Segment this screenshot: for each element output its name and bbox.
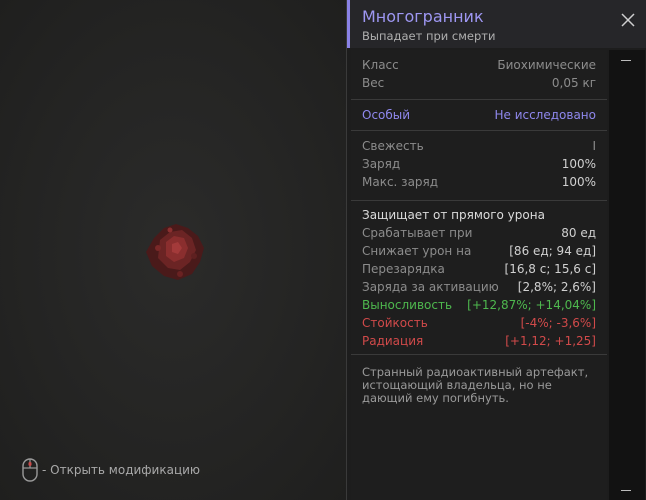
stat-value: 100%: [561, 157, 596, 171]
item-subtitle: Выпадает при смерти: [362, 29, 496, 43]
info-value: Биохимические: [497, 58, 596, 72]
item-description: Странный радиоактивный артефакт, истощаю…: [362, 365, 589, 405]
protection-label: Перезарядка: [362, 262, 445, 276]
protection-value: [+12,87%; +14,04%]: [467, 298, 596, 312]
special-value: Не исследовано: [494, 108, 596, 122]
stat-value: 100%: [561, 175, 596, 189]
item-preview-pane: - Открыть модификацию: [0, 0, 346, 500]
scroll-bottom-marker[interactable]: [621, 490, 631, 491]
protection-value: [+1,12; +1,25]: [505, 334, 596, 348]
stat-row: Свежесть I: [362, 137, 596, 155]
special-row: Особый Не исследовано: [362, 106, 596, 124]
protection-label: Стойкость: [362, 316, 428, 330]
open-modification-hint: - Открыть модификацию: [22, 458, 200, 482]
protection-heading-row: Защищает от прямого урона: [362, 206, 596, 224]
scroll-top-marker[interactable]: [621, 60, 631, 61]
item-header: Многогранник Выпадает при смерти: [347, 0, 646, 48]
charge-section: Свежесть I Заряд 100% Макс. заряд 100%: [351, 131, 607, 201]
stat-label: Свежесть: [362, 139, 424, 153]
protection-label: Снижает урон на: [362, 244, 472, 258]
artifact-model[interactable]: [140, 218, 210, 284]
stat-value: I: [592, 139, 596, 153]
item-stats-panel: Класс Биохимические Вес 0,05 кг Особый Н…: [351, 50, 607, 500]
stat-row: Макс. заряд 100%: [362, 173, 596, 191]
protection-row: Заряда за активацию [2,8%; 2,6%]: [362, 278, 596, 296]
info-value: 0,05 кг: [551, 76, 596, 90]
item-details-pane: Многогранник Выпадает при смерти Класс Б…: [346, 0, 646, 500]
protection-label: Радиация: [362, 334, 424, 348]
protection-row: Стойкость [-4%; -3,6%]: [362, 314, 596, 332]
info-label: Класс: [362, 58, 399, 72]
protection-label: Заряда за активацию: [362, 280, 499, 294]
hint-text: - Открыть модификацию: [42, 463, 201, 477]
mouse-icon: [22, 458, 38, 482]
protection-value: [86 ед; 94 ед]: [509, 244, 596, 258]
protection-value: 80 ед: [561, 226, 596, 240]
stat-label: Заряд: [362, 157, 401, 171]
protection-row: Радиация [+1,12; +1,25]: [362, 332, 596, 350]
protection-label: Выносливость: [362, 298, 453, 312]
protection-value: [-4%; -3,6%]: [520, 316, 596, 330]
info-section: Класс Биохимические Вес 0,05 кг: [351, 50, 607, 100]
close-icon[interactable]: [620, 12, 636, 28]
protection-section: Защищает от прямого урона Срабатывает пр…: [351, 201, 607, 355]
stat-row: Заряд 100%: [362, 155, 596, 173]
protection-row: Снижает урон на [86 ед; 94 ед]: [362, 242, 596, 260]
special-label: Особый: [362, 108, 411, 122]
protection-label: Срабатывает при: [362, 226, 473, 240]
protection-heading: Защищает от прямого урона: [362, 208, 545, 222]
protection-value: [16,8 с; 15,6 с]: [504, 262, 596, 276]
item-title: Многогранник: [362, 7, 484, 26]
info-row: Класс Биохимические: [362, 56, 596, 74]
info-label: Вес: [362, 76, 385, 90]
protection-row: Срабатывает при 80 ед: [362, 224, 596, 242]
scrollbar[interactable]: [609, 50, 645, 500]
protection-value: [2,8%; 2,6%]: [517, 280, 596, 294]
stat-label: Макс. заряд: [362, 175, 439, 189]
protection-row: Выносливость [+12,87%; +14,04%]: [362, 296, 596, 314]
special-section: Особый Не исследовано: [351, 100, 607, 131]
protection-row: Перезарядка [16,8 с; 15,6 с]: [362, 260, 596, 278]
info-row: Вес 0,05 кг: [362, 74, 596, 92]
